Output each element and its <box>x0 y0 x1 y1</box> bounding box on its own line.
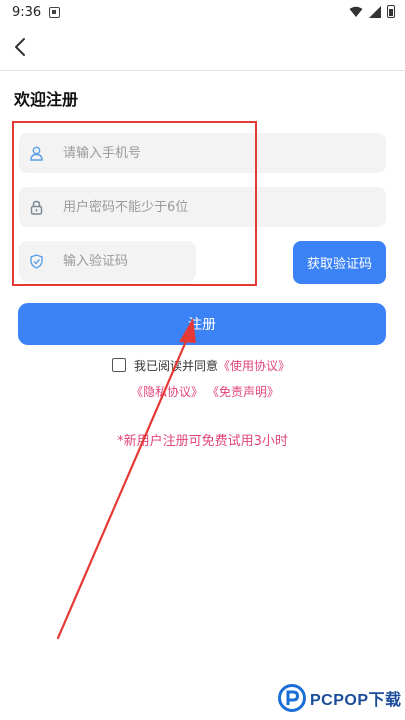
register-button[interactable]: 注册 <box>18 303 386 345</box>
status-time: 9:36 <box>12 4 42 20</box>
privacy-link[interactable]: 《隐私协议》 <box>131 383 203 400</box>
agreement-checkbox[interactable] <box>112 358 126 372</box>
watermark-text: PCPOP下载 <box>310 692 402 709</box>
phone-field[interactable] <box>19 133 386 173</box>
status-icons <box>349 5 395 18</box>
terms-link[interactable]: 《使用协议》 <box>218 357 290 374</box>
agreement-row: 我已阅读并同意 《使用协议》 <box>112 356 290 374</box>
header-divider <box>0 70 405 71</box>
user-icon <box>29 145 43 161</box>
policy-links: 《隐私协议》 《免责声明》 <box>131 383 279 400</box>
notification-icon <box>49 6 61 18</box>
watermark: PCPOP下载 <box>278 684 402 712</box>
wifi-icon <box>349 6 363 17</box>
pcpop-logo-icon <box>278 684 306 712</box>
code-input[interactable] <box>63 241 188 281</box>
battery-icon <box>387 5 395 18</box>
lock-icon <box>29 199 43 215</box>
get-code-button[interactable]: 获取验证码 <box>293 241 386 284</box>
back-button[interactable] <box>6 33 34 61</box>
promo-text: *新用户注册可免费试用3小时 <box>117 434 288 449</box>
signal-icon <box>369 5 381 18</box>
disclaimer-link[interactable]: 《免责声明》 <box>207 383 279 400</box>
page-title: 欢迎注册 <box>14 90 79 109</box>
code-field[interactable] <box>19 241 196 281</box>
phone-input[interactable] <box>63 133 378 173</box>
chevron-left-icon <box>15 38 25 56</box>
agreement-text: 我已阅读并同意 <box>134 358 219 373</box>
password-field[interactable] <box>19 187 386 227</box>
password-input[interactable] <box>63 187 378 227</box>
shield-icon <box>29 253 43 269</box>
status-bar: 9:36 <box>0 0 405 24</box>
